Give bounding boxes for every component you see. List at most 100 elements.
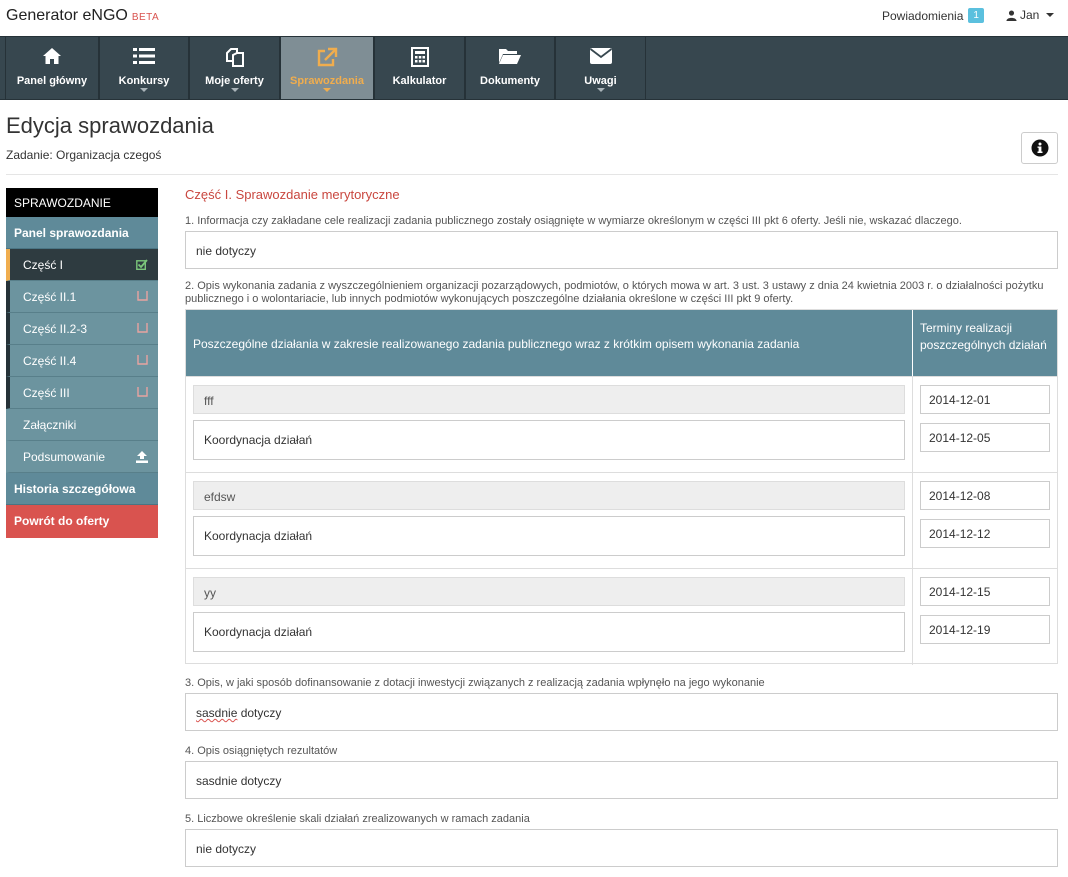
task-subtitle: Zadanie: Organizacja czegoś — [6, 148, 161, 162]
activity-name-field: fff — [193, 385, 905, 414]
sidebar-item-czesc-2-1[interactable]: Część II.1 — [6, 281, 158, 313]
activity-name-field: efdsw — [193, 481, 905, 510]
table-header: Poszczególne działania w zakresie realiz… — [186, 310, 1057, 376]
back-to-offer-button[interactable]: Powrót do oferty — [6, 505, 158, 538]
question-5-field[interactable]: nie dotyczy — [185, 829, 1058, 867]
date-to-field[interactable]: 2014-12-05 — [920, 423, 1050, 452]
sidebar-item-czesc-2-4[interactable]: Część II.4 — [6, 345, 158, 377]
nav-label: Dokumenty — [480, 75, 540, 87]
sidebar-item-label: Część III — [23, 386, 70, 400]
table-row: yy Koordynacja działań 2014-12-15 2014-1… — [186, 568, 1057, 665]
activity-description-field[interactable]: Koordynacja działań — [193, 612, 905, 652]
column-separator — [912, 473, 913, 569]
date-from-field[interactable]: 2014-12-15 — [920, 577, 1050, 606]
nav-sprawozdania[interactable]: Sprawozdania — [280, 37, 374, 99]
sidebar-item-label: Część II.4 — [23, 354, 77, 368]
question-5-label: 5. Liczbowe określenie skali działań zre… — [185, 813, 530, 825]
nav-dokumenty[interactable]: Dokumenty — [465, 37, 555, 99]
activity-description-field[interactable]: Koordynacja działań — [193, 516, 905, 556]
sidebar-item-czesc-2-2-3[interactable]: Część II.2-3 — [6, 313, 158, 345]
top-bar: Generator eNGO BETA Powiadomienia 1 Jan — [0, 0, 1068, 36]
beta-label: BETA — [131, 12, 160, 23]
sidebar-item-zalaczniki[interactable]: Załączniki — [6, 409, 158, 441]
nav-uwagi[interactable]: Uwagi — [555, 37, 646, 99]
nav-moje-oferty[interactable]: Moje oferty — [189, 37, 280, 99]
user-icon — [1006, 9, 1017, 21]
sidebar-item-label: Podsumowanie — [23, 450, 106, 464]
report-sidebar: SPRAWOZDANIE Panel sprawozdania Część I … — [6, 188, 158, 538]
check-square-icon — [136, 259, 148, 270]
question-4-field[interactable]: sasdnie dotyczy — [185, 761, 1058, 799]
nav-label: Moje oferty — [205, 75, 264, 87]
copy-icon — [225, 48, 244, 67]
notifications-link[interactable]: Powiadomienia 1 — [882, 8, 984, 23]
question-1-label: 1. Informacja czy zakładane cele realiza… — [185, 215, 962, 227]
field-value-rest: dotyczy — [237, 706, 282, 720]
page-title: Edycja sprawozdania — [6, 113, 214, 138]
task-name: Organizacja czegoś — [56, 148, 162, 162]
date-to-field[interactable]: 2014-12-12 — [920, 519, 1050, 548]
notifications-label: Powiadomienia — [882, 8, 964, 23]
chevron-down-icon — [323, 88, 331, 92]
column-separator — [912, 569, 913, 665]
main-navbar: Panel główny Konkursy Moje oferty Sprawo… — [0, 36, 1068, 100]
question-3-field[interactable]: sasdnie dotyczy — [185, 693, 1058, 731]
user-menu[interactable]: Jan — [1006, 8, 1055, 22]
column-header-activities: Poszczególne działania w zakresie realiz… — [193, 337, 800, 351]
header-divider — [6, 174, 1058, 175]
nav-panel-glowny[interactable]: Panel główny — [5, 37, 99, 99]
user-name: Jan — [1020, 8, 1040, 22]
info-button[interactable] — [1021, 132, 1058, 164]
section-title: Część I. Sprawozdanie merytoryczne — [185, 187, 400, 202]
activity-name-field: yy — [193, 577, 905, 606]
list-icon — [133, 48, 155, 64]
misspelled-word: sasdnie — [196, 706, 238, 720]
sidebar-item-label: Część II.1 — [23, 290, 77, 304]
sidebar-header: SPRAWOZDANIE — [6, 188, 158, 217]
notifications-badge: 1 — [968, 8, 984, 23]
column-header-dates: Terminy realizacji poszczególnych działa… — [920, 321, 1047, 352]
chevron-down-icon — [140, 88, 148, 92]
task-prefix: Zadanie: — [6, 148, 53, 162]
chevron-down-icon — [1046, 13, 1055, 17]
sidebar-item-podsumowanie[interactable]: Podsumowanie — [6, 441, 158, 473]
info-icon — [1031, 139, 1048, 157]
question-3-label: 3. Opis, w jaki sposób dofinansowanie z … — [185, 677, 765, 689]
column-separator — [912, 377, 913, 473]
brand[interactable]: Generator eNGO BETA — [6, 7, 159, 25]
question-1-field[interactable]: nie dotyczy — [185, 231, 1058, 269]
sidebar-item-label: Część I — [23, 258, 64, 272]
folder-open-icon — [499, 49, 521, 64]
nav-label: Konkursy — [118, 75, 170, 87]
date-to-field[interactable]: 2014-12-19 — [920, 615, 1050, 644]
envelope-icon — [589, 48, 612, 64]
nav-label: Sprawozdania — [290, 75, 364, 87]
table-row: efdsw Koordynacja działań 2014-12-08 201… — [186, 472, 1057, 569]
question-4-label: 4. Opis osiągniętych rezultatów — [185, 745, 338, 757]
calculator-icon — [410, 47, 429, 67]
open-square-icon — [137, 355, 148, 365]
open-square-icon — [137, 387, 148, 397]
nav-konkursy[interactable]: Konkursy — [99, 37, 189, 99]
table-row: fff Koordynacja działań 2014-12-01 2014-… — [186, 376, 1057, 473]
sidebar-item-czesc-1[interactable]: Część I — [6, 249, 158, 281]
open-square-icon — [137, 291, 148, 301]
date-from-field[interactable]: 2014-12-01 — [920, 385, 1050, 414]
nav-label: Panel główny — [16, 75, 88, 87]
chevron-down-icon — [230, 88, 239, 92]
upload-icon — [136, 451, 148, 463]
header-separator — [912, 310, 913, 376]
question-2-label: 2. Opis wykonania zadania z wyszczególni… — [185, 280, 1044, 305]
date-from-field[interactable]: 2014-12-08 — [920, 481, 1050, 510]
brand-name: Generator eNGO — [6, 7, 128, 24]
external-link-icon — [317, 47, 338, 67]
activity-description-field[interactable]: Koordynacja działań — [193, 420, 905, 460]
sidebar-item-czesc-3[interactable]: Część III — [6, 377, 158, 409]
sidebar-panel-link[interactable]: Panel sprawozdania — [6, 217, 158, 249]
activities-table: Poszczególne działania w zakresie realiz… — [185, 309, 1058, 665]
nav-label: Uwagi — [584, 75, 617, 87]
open-square-icon — [137, 323, 148, 333]
sidebar-history-link[interactable]: Historia szczegółowa — [6, 473, 158, 505]
nav-kalkulator[interactable]: Kalkulator — [374, 37, 465, 99]
nav-label: Kalkulator — [392, 75, 447, 87]
